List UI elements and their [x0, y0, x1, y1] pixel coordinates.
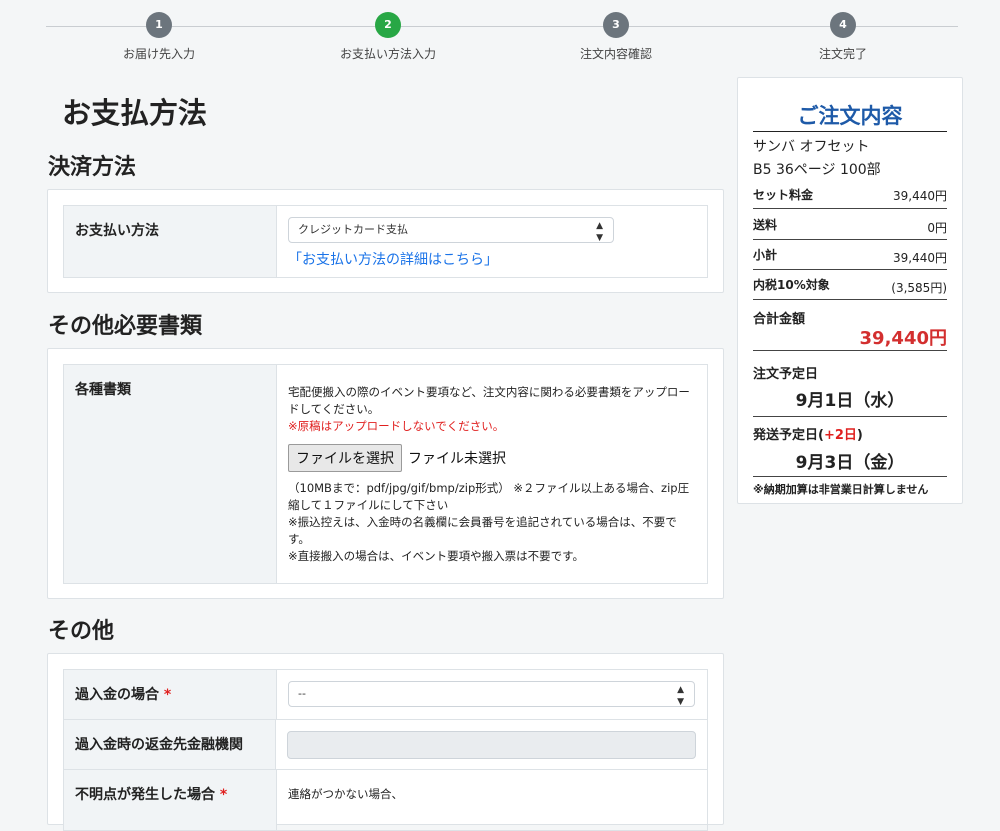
payment-detail-link[interactable]: 「お支払い方法の詳細はこちら」 — [288, 249, 696, 269]
shipping-value: 0円 — [927, 221, 947, 235]
ship-date-value: 9月3日（金） — [795, 453, 905, 473]
summary-title: ご注文内容 — [753, 100, 947, 132]
total-label: 合計金額 — [753, 312, 806, 327]
subtotal-value: 39,440円 — [893, 251, 947, 265]
overpayment-row: 過入金の場合 * -- ▲ ▼ — [64, 670, 707, 719]
tax-label: 内税10%対象 — [753, 278, 830, 292]
choose-file-button[interactable]: ファイルを選択 — [288, 444, 402, 472]
documents-note-format: （10MBまで：pdf/jpg/gif/bmp/zip形式） ※２ファイル以上あ… — [288, 481, 690, 512]
documents-table: 各種書類 宅配便搬入の際のイベント要項など、注文内容に関わる必要書類をアップロー… — [63, 364, 708, 584]
payment-method-label: お支払い方法 — [64, 206, 277, 277]
payment-section-title: 決済方法 — [48, 155, 137, 180]
shipping-row: 送料 0円 — [753, 216, 947, 240]
set-price-label: セット料金 — [753, 188, 814, 202]
file-upload: ファイルを選択 ファイル未選択 — [288, 444, 696, 472]
order-date-value: 9月1日（水） — [795, 391, 905, 411]
page-title: お支払方法 — [62, 96, 208, 130]
documents-label: 各種書類 — [64, 365, 277, 583]
product-name: サンバ オフセット — [753, 139, 870, 155]
ship-date-label-close: ) — [856, 428, 863, 443]
step-number: 4 — [830, 12, 856, 38]
step-label: お届け先入力 — [122, 47, 195, 61]
payment-method-select[interactable]: クレジットカード支払 ▲ ▼ — [288, 217, 614, 243]
total-value: 39,440円 — [859, 328, 947, 349]
documents-description: 宅配便搬入の際のイベント要項など、注文内容に関わる必要書類をアップロードしてくだ… — [288, 385, 690, 416]
required-mark: * — [219, 787, 228, 803]
step-confirm: 3 注文内容確認 — [526, 12, 706, 62]
overpayment-select[interactable]: -- ▲ ▼ — [288, 681, 695, 707]
step-payment: 2 お支払い方法入力 — [298, 12, 478, 62]
step-complete: 4 注文完了 — [753, 12, 933, 62]
payment-card: お支払い方法 クレジットカード支払 ▲ ▼ 「お支払い方法の詳細はこちら」 — [47, 189, 724, 293]
documents-row: 各種書類 宅配便搬入の際のイベント要項など、注文内容に関わる必要書類をアップロー… — [64, 365, 707, 583]
select-arrows-icon: ▲ ▼ — [596, 221, 603, 243]
unclear-point-cell: 連絡がつかない場合、 — [277, 770, 707, 830]
order-summary: ご注文内容 サンバ オフセット B5 36ページ 100部 セット料金 39,4… — [737, 77, 963, 504]
step-label: 注文完了 — [818, 47, 867, 61]
select-arrows-icon: ▲ ▼ — [677, 685, 684, 707]
documents-card: 各種書類 宅配便搬入の際のイベント要項など、注文内容に関わる必要書類をアップロー… — [47, 348, 724, 599]
progress-stepper: 1 お届け先入力 2 お支払い方法入力 3 注文内容確認 4 注文完了 — [46, 12, 958, 62]
unclear-point-text: 連絡がつかない場合、 — [288, 787, 403, 801]
set-price-row: セット料金 39,440円 — [753, 185, 947, 209]
refund-bank-cell — [276, 720, 707, 769]
tax-value: (3,585円) — [891, 281, 947, 295]
documents-note-direct: ※直接搬入の場合は、イベント要項や搬入票は不要です。 — [288, 549, 584, 563]
shipping-label: 送料 — [753, 218, 778, 232]
payment-method-cell: クレジットカード支払 ▲ ▼ 「お支払い方法の詳細はこちら」 — [277, 206, 707, 277]
overpayment-label: 過入金の場合 * — [64, 670, 277, 719]
refund-bank-label: 過入金時の返金先金融機関 — [64, 720, 276, 769]
lead-time-note: ※納期加算は非営業日計算しません — [753, 483, 929, 496]
overpayment-select-value: -- — [298, 687, 306, 700]
other-card: 過入金の場合 * -- ▲ ▼ 過入金時の返金先金融機関 不明点が発生した場合 *… — [47, 653, 724, 831]
refund-bank-input[interactable] — [287, 731, 696, 759]
documents-note-transfer: ※振込控えは、入金時の名義欄に会員番号を追記されている場合は、不要です。 — [288, 515, 677, 546]
tax-row: 内税10%対象 (3,585円) — [753, 276, 947, 300]
unclear-point-label: 不明点が発生した場合 * — [64, 770, 277, 830]
required-mark: * — [163, 687, 172, 703]
step-number: 2 — [375, 12, 401, 38]
ship-date-label: 発送予定日(+2日) — [753, 424, 863, 443]
order-date-label: 注文予定日 — [753, 367, 819, 382]
subtotal-label: 小計 — [753, 248, 778, 262]
payment-table: お支払い方法 クレジットカード支払 ▲ ▼ 「お支払い方法の詳細はこちら」 — [63, 205, 708, 278]
refund-bank-row: 過入金時の返金先金融機関 — [64, 719, 707, 769]
subtotal-row: 小計 39,440円 — [753, 246, 947, 270]
ship-date-label-text: 発送予定日( — [753, 428, 824, 443]
step-delivery: 1 お届け先入力 — [69, 12, 249, 62]
set-price-value: 39,440円 — [893, 189, 947, 203]
payment-method-value: クレジットカード支払 — [298, 223, 408, 236]
unclear-point-label-text: 不明点が発生した場合 — [75, 787, 215, 803]
ship-date-plus: +2日 — [823, 428, 857, 443]
documents-section-title: その他必要書類 — [48, 314, 203, 339]
other-table: 過入金の場合 * -- ▲ ▼ 過入金時の返金先金融機関 不明点が発生した場合 *… — [63, 669, 708, 831]
step-number: 1 — [146, 12, 172, 38]
documents-cell: 宅配便搬入の際のイベント要項など、注文内容に関わる必要書類をアップロードしてくだ… — [277, 365, 707, 583]
overpayment-cell: -- ▲ ▼ — [277, 670, 707, 719]
product-spec: B5 36ページ 100部 — [753, 162, 881, 178]
step-number: 3 — [603, 12, 629, 38]
file-status: ファイル未選択 — [408, 451, 506, 467]
documents-warning: ※原稿はアップロードしないでください。 — [288, 419, 505, 433]
step-label: お支払い方法入力 — [339, 47, 436, 61]
other-section-title: その他 — [48, 619, 115, 644]
overpayment-label-text: 過入金の場合 — [75, 687, 159, 703]
step-label: 注文内容確認 — [579, 47, 652, 61]
payment-method-row: お支払い方法 クレジットカード支払 ▲ ▼ 「お支払い方法の詳細はこちら」 — [64, 206, 707, 277]
